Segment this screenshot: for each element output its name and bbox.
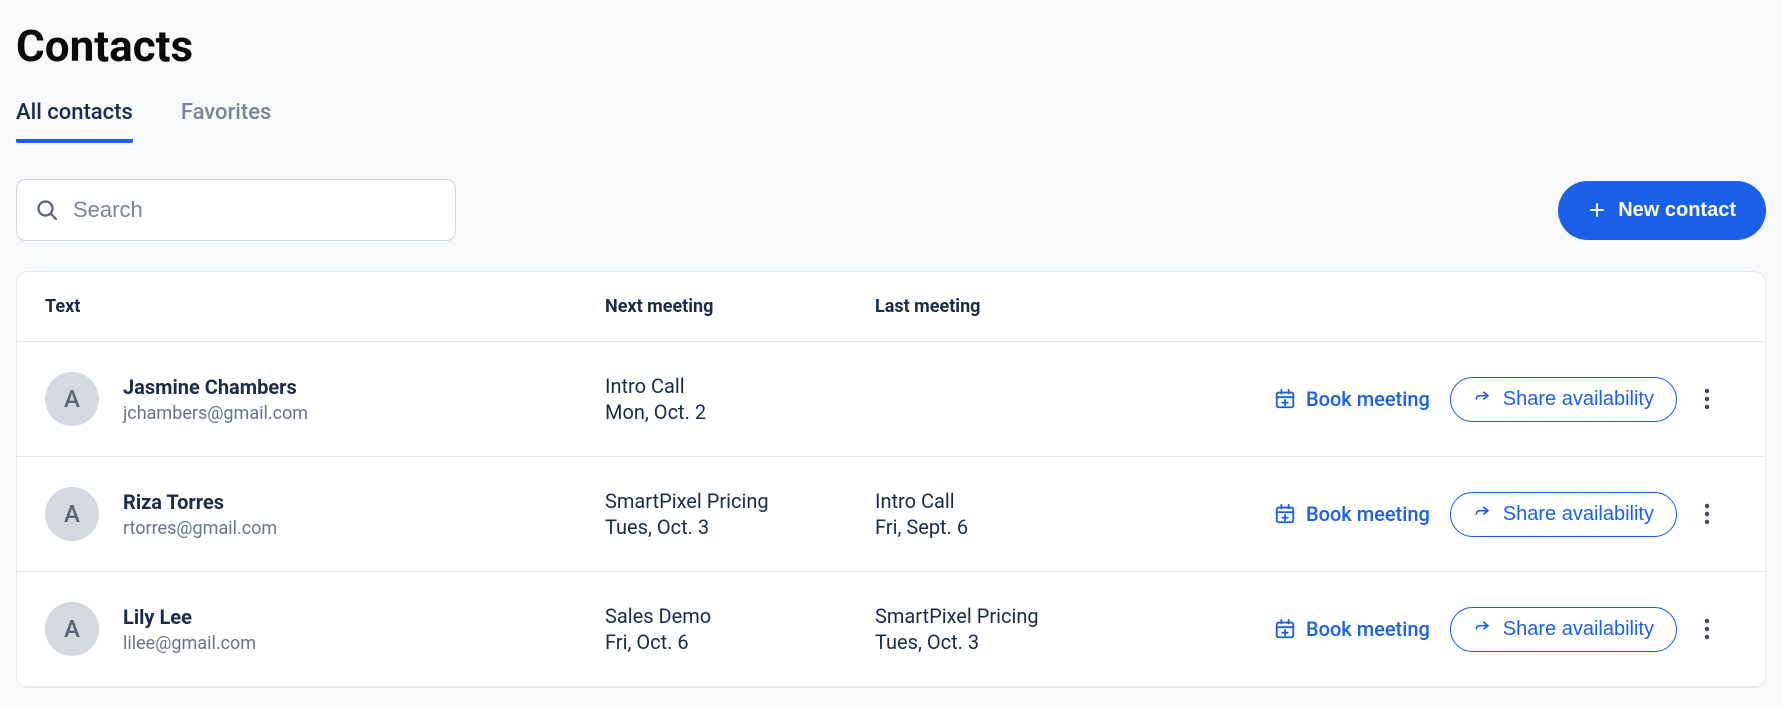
share-availability-button[interactable]: Share availability [1450, 607, 1677, 652]
table-row: A Jasmine Chambers jchambers@gmail.com I… [17, 342, 1765, 457]
share-availability-label: Share availability [1503, 618, 1654, 641]
contact-email: lilee@gmail.com [123, 633, 256, 654]
more-vertical-icon [1704, 503, 1710, 525]
toolbar: New contact [16, 179, 1766, 241]
avatar: A [45, 602, 99, 656]
next-meeting-title: Sales Demo [605, 604, 875, 628]
next-meeting-title: SmartPixel Pricing [605, 489, 875, 513]
new-contact-button[interactable]: New contact [1558, 181, 1766, 240]
last-meeting-cell: Intro Call Fri, Sept. 6 [875, 489, 1215, 539]
last-meeting-date: Tues, Oct. 3 [875, 630, 1215, 654]
search-icon [35, 198, 59, 222]
column-header-next-meeting: Next meeting [605, 296, 875, 317]
search-box[interactable] [16, 179, 456, 241]
contacts-table: Text Next meeting Last meeting A Jasmine… [16, 271, 1766, 688]
contact-email: jchambers@gmail.com [123, 403, 308, 424]
share-availability-label: Share availability [1503, 503, 1654, 526]
last-meeting-cell [875, 398, 1215, 400]
next-meeting-cell: Sales Demo Fri, Oct. 6 [605, 604, 875, 654]
share-availability-button[interactable]: Share availability [1450, 492, 1677, 537]
book-meeting-label: Book meeting [1306, 617, 1430, 641]
book-meeting-label: Book meeting [1306, 502, 1430, 526]
share-icon [1473, 619, 1493, 639]
new-contact-label: New contact [1618, 199, 1736, 222]
more-vertical-icon [1704, 618, 1710, 640]
calendar-add-icon [1274, 503, 1296, 525]
row-actions: Book meeting Share availability [1215, 377, 1677, 422]
contact-email: rtorres@gmail.com [123, 518, 277, 539]
next-meeting-date: Mon, Oct. 2 [605, 400, 875, 424]
contact-name: Jasmine Chambers [123, 375, 308, 399]
more-options-button[interactable] [1677, 618, 1737, 640]
contact-cell: A Riza Torres rtorres@gmail.com [45, 487, 605, 541]
contact-cell: A Jasmine Chambers jchambers@gmail.com [45, 372, 605, 426]
share-availability-label: Share availability [1503, 388, 1654, 411]
share-icon [1473, 504, 1493, 524]
avatar: A [45, 487, 99, 541]
last-meeting-title: SmartPixel Pricing [875, 604, 1215, 628]
calendar-add-icon [1274, 388, 1296, 410]
search-input[interactable] [73, 197, 437, 223]
book-meeting-button[interactable]: Book meeting [1274, 502, 1430, 526]
tab-all-contacts[interactable]: All contacts [16, 100, 133, 143]
last-meeting-title: Intro Call [875, 489, 1215, 513]
table-header: Text Next meeting Last meeting [17, 272, 1765, 342]
last-meeting-cell: SmartPixel Pricing Tues, Oct. 3 [875, 604, 1215, 654]
next-meeting-date: Fri, Oct. 6 [605, 630, 875, 654]
more-options-button[interactable] [1677, 388, 1737, 410]
plus-icon [1588, 201, 1606, 219]
more-vertical-icon [1704, 388, 1710, 410]
contact-cell: A Lily Lee lilee@gmail.com [45, 602, 605, 656]
share-availability-button[interactable]: Share availability [1450, 377, 1677, 422]
table-row: A Riza Torres rtorres@gmail.com SmartPix… [17, 457, 1765, 572]
next-meeting-cell: SmartPixel Pricing Tues, Oct. 3 [605, 489, 875, 539]
calendar-add-icon [1274, 618, 1296, 640]
book-meeting-label: Book meeting [1306, 387, 1430, 411]
next-meeting-title: Intro Call [605, 374, 875, 398]
table-row: A Lily Lee lilee@gmail.com Sales Demo Fr… [17, 572, 1765, 687]
column-header-last-meeting: Last meeting [875, 296, 1215, 317]
contact-name: Riza Torres [123, 490, 277, 514]
tab-favorites[interactable]: Favorites [181, 100, 272, 143]
more-options-button[interactable] [1677, 503, 1737, 525]
share-icon [1473, 389, 1493, 409]
book-meeting-button[interactable]: Book meeting [1274, 387, 1430, 411]
row-actions: Book meeting Share availability [1215, 492, 1677, 537]
next-meeting-cell: Intro Call Mon, Oct. 2 [605, 374, 875, 424]
row-actions: Book meeting Share availability [1215, 607, 1677, 652]
contact-name: Lily Lee [123, 605, 256, 629]
book-meeting-button[interactable]: Book meeting [1274, 617, 1430, 641]
page-title: Contacts [16, 20, 1766, 72]
last-meeting-date: Fri, Sept. 6 [875, 515, 1215, 539]
tabs: All contacts Favorites [16, 100, 1766, 143]
next-meeting-date: Tues, Oct. 3 [605, 515, 875, 539]
column-header-text: Text [45, 296, 605, 317]
avatar: A [45, 372, 99, 426]
